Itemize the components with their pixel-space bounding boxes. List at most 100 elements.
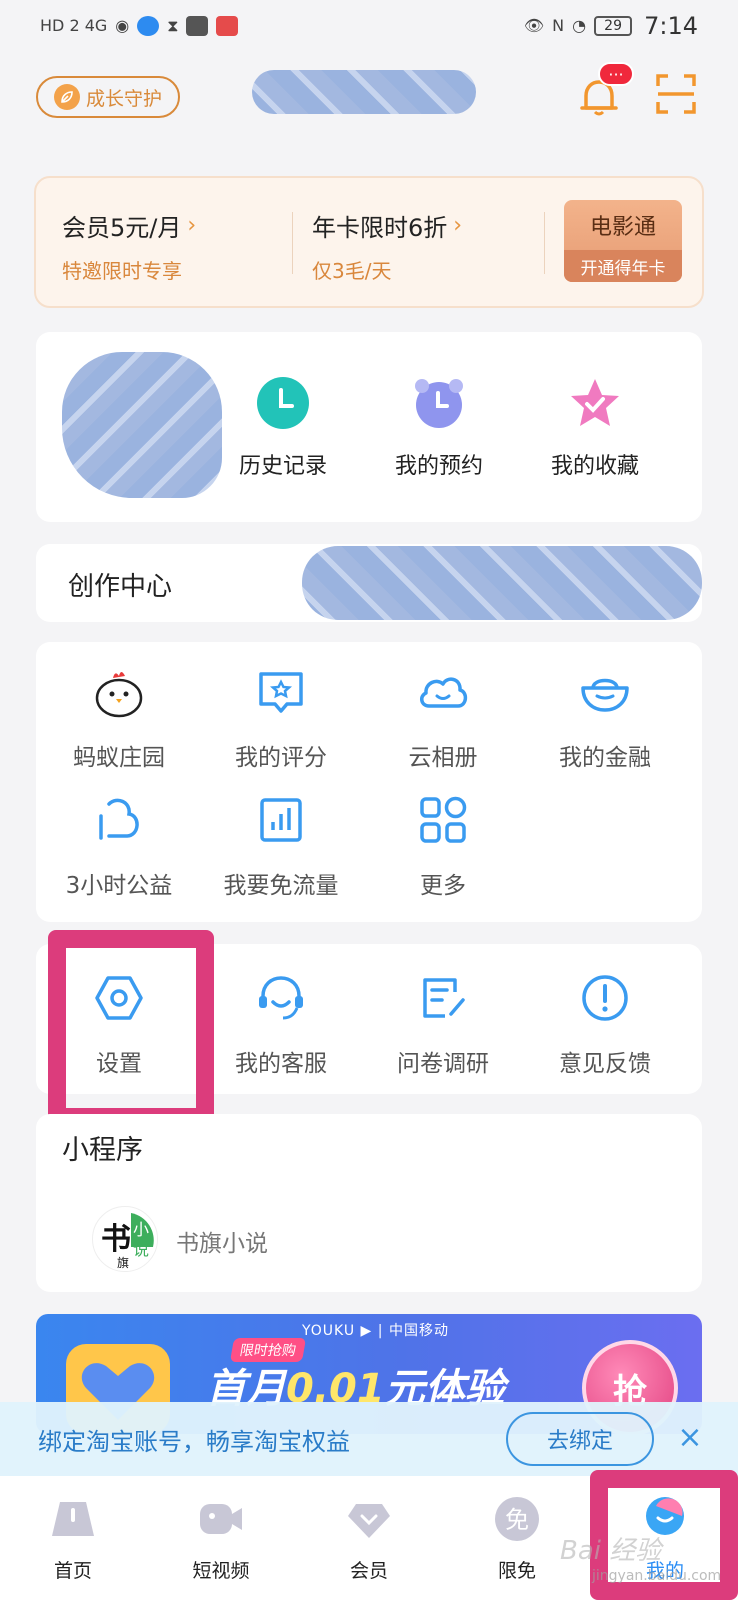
feedback-icon [582,975,628,1021]
cloud-icon [420,677,468,708]
quick-action-label: 我的收藏 [550,454,639,479]
headset-icon [259,976,303,1020]
svg-text:免: 免 [505,1506,529,1534]
tab-label: 会员 [349,1560,388,1582]
vip-icon [348,1504,390,1538]
movie-pass-title: 电影通 [589,215,656,240]
leaf-icon [53,84,80,110]
tool-survey[interactable]: 问卷调研 [360,970,526,1078]
vip-annual-subtitle: 仅3毛/天 [312,259,392,283]
quick-action-history[interactable]: 历史记录 [208,376,358,480]
banner-brand: YOUKU ▶ | 中国移动 [302,1323,449,1339]
speed-icon: ◔ [572,16,587,35]
vip-annual-title: 年卡限时6折 [312,214,448,242]
battery-indicator: 29 [594,16,633,36]
svg-text:旗: 旗 [117,1255,129,1270]
divider [544,212,545,274]
movie-pass-subtitle: 开通得年卡 [564,250,682,282]
mini-programs-title: 小程序 [62,1135,143,1166]
survey-icon [423,978,465,1018]
chevron-right-icon: › [453,213,463,238]
service-more[interactable]: 更多 [360,792,526,900]
service-label: 我要免流量 [223,873,339,899]
service-ant-farm[interactable]: 蚂蚁庄园 [36,664,202,772]
quick-action-favorites[interactable]: 我的收藏 [520,376,670,480]
creator-center-card[interactable]: 创作中心 [36,544,702,622]
video-icon [200,1504,242,1534]
vip-monthly-offer[interactable]: 会员5元/月 › 特邀限时专享 [62,208,196,284]
tab-label: 首页 [53,1560,92,1582]
service-label: 更多 [420,873,466,899]
creator-info-redacted [302,546,702,620]
chevron-right-icon: › [187,213,197,238]
status-left: HD 2 4G ◉ ⧗ [40,15,239,37]
service-my-ratings[interactable]: 我的评分 [198,664,364,772]
service-finance[interactable]: 我的金融 [522,664,688,772]
vip-monthly-subtitle: 特邀限时专享 [62,259,182,283]
grid-icon [420,796,467,843]
data-icon [260,798,302,842]
settings-highlight-box [48,930,214,1126]
baidu-watermark-url: jingyan.baidu.com [592,1568,722,1584]
growth-guard-button[interactable]: 成长守护 [36,76,180,118]
svg-text:说: 说 [133,1240,149,1259]
bind-taobao-bar: 绑定淘宝账号，畅享淘宝权益 去绑定 × [0,1402,738,1476]
tool-label: 意见反馈 [559,1051,651,1077]
service-label: 3小时公益 [65,873,173,899]
service-label: 蚂蚁庄园 [73,745,165,771]
tool-feedback[interactable]: 意见反馈 [522,970,688,1078]
tab-short-video[interactable]: 短视频 [166,1496,276,1583]
network-status-text: HD 2 4G [40,16,108,35]
service-label: 我的金融 [559,745,651,771]
vip-annual-offer[interactable]: 年卡限时6折 › 仅3毛/天 [312,208,462,284]
clock: 7:14 [644,12,698,40]
service-label: 云相册 [408,745,478,771]
username-redacted [252,70,476,114]
charity-icon [99,798,139,840]
tool-label: 问卷调研 [397,1051,489,1077]
quick-actions-card: 历史记录 我的预约 我的收藏 [36,332,702,522]
book-notification-icon [216,16,239,36]
tab-free[interactable]: 免 限免 [462,1496,572,1583]
services-grid-card: 蚂蚁庄园 我的评分 云相册 我的金融 3小时公益 我要免流量 更多 [36,642,702,922]
mini-program-name[interactable]: 书旗小说 [176,1224,268,1258]
service-charity[interactable]: 3小时公益 [36,792,202,900]
quick-action-reservations[interactable]: 我的预约 [364,376,514,480]
user-avatar-redacted[interactable] [62,352,222,498]
chick-icon [95,672,143,718]
wifi-icon: ◉ [115,16,130,35]
quick-action-label: 我的预约 [394,454,483,479]
tab-label: 短视频 [192,1560,250,1582]
ingot-icon [581,678,629,712]
status-right: 👁 N ◔ 29 7:14 [524,12,698,40]
growth-guard-label: 成长守护 [85,87,162,110]
eye-icon: 👁 [523,16,545,35]
shuqi-logo[interactable]: 书 小 说 旗 [92,1206,158,1272]
service-free-data[interactable]: 我要免流量 [198,792,364,900]
hourglass-icon: ⧗ [167,16,179,35]
notification-badge: ··· [598,62,634,86]
vip-promo-card: 会员5元/月 › 特邀限时专享 年卡限时6折 › 仅3毛/天 电影通 开通得年卡 [34,176,704,308]
tab-vip[interactable]: 会员 [314,1496,424,1583]
tab-label: 限免 [497,1560,536,1582]
tool-customer-service[interactable]: 我的客服 [198,970,364,1078]
app-notification-icon [137,16,160,36]
divider [292,212,293,274]
svg-text:小: 小 [133,1220,149,1239]
home-icon [52,1502,94,1536]
mini-programs-card: 小程序 书 小 说 旗 书旗小说 [36,1114,702,1292]
movie-pass-button[interactable]: 电影通 开通得年卡 [564,200,682,282]
app-notification-icon [186,16,209,36]
star-icon [571,379,619,426]
quick-action-label: 历史记录 [238,454,327,479]
creator-center-title: 创作中心 [68,572,173,602]
bind-button[interactable]: 去绑定 [506,1412,654,1466]
top-bar: 成长守护 ··· [0,62,738,130]
close-icon[interactable]: × [672,1420,708,1456]
tab-home[interactable]: 首页 [18,1496,128,1583]
scan-icon[interactable] [654,72,698,116]
vip-monthly-title: 会员5元/月 [62,214,182,242]
baidu-watermark: Bai 经验 [560,1536,662,1566]
svg-text:书: 书 [101,1222,131,1257]
service-cloud-album[interactable]: 云相册 [360,664,526,772]
